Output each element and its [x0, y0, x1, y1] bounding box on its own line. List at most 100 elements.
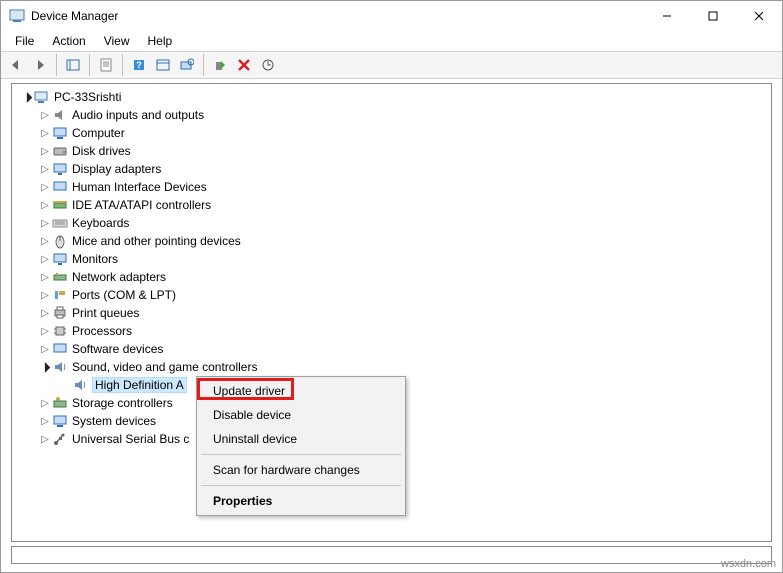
expand-chevron-icon[interactable]: ▷	[38, 434, 52, 445]
menu-help[interactable]: Help	[140, 32, 181, 50]
disk-icon	[52, 143, 68, 159]
tree-category[interactable]: ▷ Computer	[16, 124, 771, 142]
window-title: Device Manager	[31, 9, 644, 23]
maximize-button[interactable]	[690, 1, 736, 31]
printer-icon	[52, 305, 68, 321]
forward-button[interactable]	[29, 54, 51, 76]
mouse-icon	[52, 233, 68, 249]
cpu-icon	[52, 323, 68, 339]
tree-category[interactable]: ▷ IDE ATA/ATAPI controllers	[16, 196, 771, 214]
menu-file[interactable]: File	[7, 32, 42, 50]
storage-icon	[52, 395, 68, 411]
tree-category[interactable]: ▷ Mice and other pointing devices	[16, 232, 771, 250]
context-menu: Update driver Disable device Uninstall d…	[196, 376, 406, 516]
expand-chevron-icon[interactable]: ▷	[38, 326, 52, 337]
expand-chevron-icon[interactable]: ▷	[38, 416, 52, 427]
ctx-separator	[201, 454, 401, 455]
tree-item-label: High Definition A	[92, 377, 187, 393]
hid-icon	[52, 179, 68, 195]
sound-icon	[72, 377, 88, 393]
tree-category[interactable]: ▷ Keyboards	[16, 214, 771, 232]
tree-category-sound[interactable]: ◢Sound, video and game controllers	[16, 358, 771, 376]
watermark: wsxdn.com	[721, 558, 776, 570]
expand-chevron-icon[interactable]: ▷	[38, 344, 52, 355]
tree-item-label: Keyboards	[72, 216, 129, 230]
ctx-properties[interactable]: Properties	[199, 489, 403, 513]
tree-category[interactable]: ▷ Software devices	[16, 340, 771, 358]
computer-icon	[52, 125, 68, 141]
tree-item-label: Monitors	[72, 252, 118, 266]
software-icon	[52, 341, 68, 357]
expand-chevron-icon[interactable]: ▷	[38, 182, 52, 193]
tree-item-label: Print queues	[72, 306, 139, 320]
ctx-uninstall-device[interactable]: Uninstall device	[199, 427, 403, 451]
minimize-button[interactable]	[644, 1, 690, 31]
tree-item-label: Display adapters	[72, 162, 161, 176]
ctx-update-driver[interactable]: Update driver	[199, 379, 403, 403]
toolbar: ?	[1, 51, 782, 79]
keyboard-icon	[52, 215, 68, 231]
expand-chevron-icon[interactable]: ▷	[38, 110, 52, 121]
expand-chevron-icon[interactable]: ▷	[38, 236, 52, 247]
tree-category[interactable]: ▷ Ports (COM & LPT)	[16, 286, 771, 304]
tree-category[interactable]: ▷ Monitors	[16, 250, 771, 268]
close-button[interactable]	[736, 1, 782, 31]
tree-item-label: Network adapters	[72, 270, 166, 284]
tree-item-label: Software devices	[72, 342, 163, 356]
uninstall-device-button[interactable]	[233, 54, 255, 76]
tree-category[interactable]: ▷ Print queues	[16, 304, 771, 322]
expand-chevron-icon[interactable]: ▷	[38, 398, 52, 409]
expand-chevron-icon[interactable]: ▷	[38, 128, 52, 139]
display-icon	[52, 161, 68, 177]
tree-item-label: Ports (COM & LPT)	[72, 288, 176, 302]
expand-chevron-icon[interactable]: ▷	[38, 200, 52, 211]
enable-device-button[interactable]	[209, 54, 231, 76]
system-icon	[52, 413, 68, 429]
tree-item-label: Disk drives	[72, 144, 131, 158]
menu-action[interactable]: Action	[44, 32, 93, 50]
update-driver-button[interactable]	[257, 54, 279, 76]
ide-icon	[52, 197, 68, 213]
properties-button[interactable]	[95, 54, 117, 76]
menubar: File Action View Help	[1, 31, 782, 51]
expand-chevron-icon[interactable]: ▷	[38, 272, 52, 283]
network-icon	[52, 269, 68, 285]
show-hide-console-button[interactable]	[62, 54, 84, 76]
expand-chevron-icon[interactable]: ▷	[38, 218, 52, 229]
pc-icon	[34, 89, 50, 105]
ctx-separator	[201, 485, 401, 486]
tree-category[interactable]: ▷ Network adapters	[16, 268, 771, 286]
expand-chevron-icon[interactable]: ▷	[38, 254, 52, 265]
expand-chevron-icon[interactable]: ▷	[38, 146, 52, 157]
tree-item-label: Universal Serial Bus c	[72, 432, 189, 446]
help-button[interactable]: ?	[128, 54, 150, 76]
tree-item-label: Computer	[72, 126, 125, 140]
tree-item-label: Audio inputs and outputs	[72, 108, 204, 122]
audio-icon	[52, 107, 68, 123]
tree-item-label: IDE ATA/ATAPI controllers	[72, 198, 211, 212]
port-icon	[52, 287, 68, 303]
view-options-button[interactable]	[152, 54, 174, 76]
tree-item-label: System devices	[72, 414, 156, 428]
usb-icon	[52, 431, 68, 447]
back-button[interactable]	[5, 54, 27, 76]
expand-chevron-icon[interactable]: ▷	[38, 308, 52, 319]
ctx-disable-device[interactable]: Disable device	[199, 403, 403, 427]
tree-category[interactable]: ▷ Display adapters	[16, 160, 771, 178]
tree-item-label: Mice and other pointing devices	[72, 234, 241, 248]
sound-icon	[52, 359, 68, 375]
tree-root[interactable]: ◢PC-33Srishti	[16, 88, 771, 106]
tree-category[interactable]: ▷Processors	[16, 322, 771, 340]
titlebar: Device Manager	[1, 1, 782, 31]
expand-chevron-icon[interactable]: ▷	[38, 290, 52, 301]
tree-category[interactable]: ▷ Audio inputs and outputs	[16, 106, 771, 124]
tree-category[interactable]: ▷ Disk drives	[16, 142, 771, 160]
tree-item-label: Storage controllers	[72, 396, 173, 410]
scan-hardware-button[interactable]	[176, 54, 198, 76]
menu-view[interactable]: View	[96, 32, 138, 50]
tree-category[interactable]: ▷Human Interface Devices	[16, 178, 771, 196]
expand-chevron-icon[interactable]: ▷	[38, 164, 52, 175]
ctx-scan-hardware[interactable]: Scan for hardware changes	[199, 458, 403, 482]
monitor-icon	[52, 251, 68, 267]
tree-item-label: PC-33Srishti	[54, 90, 121, 104]
